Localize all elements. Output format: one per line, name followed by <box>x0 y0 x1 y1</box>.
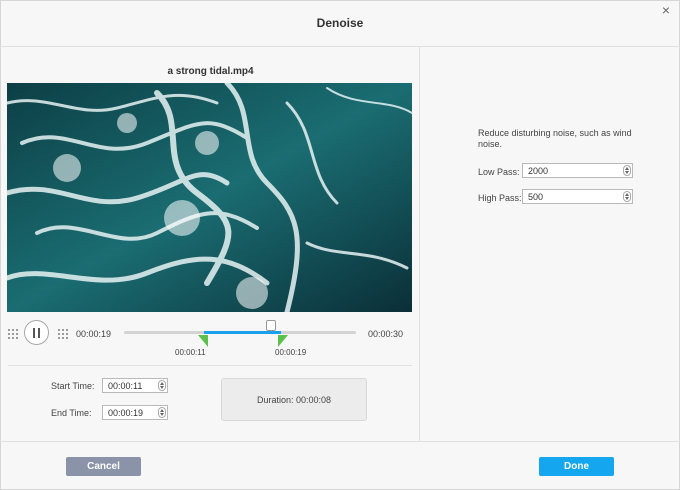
close-icon[interactable]: × <box>662 2 670 18</box>
end-time-label: End Time: <box>51 408 92 418</box>
start-time-value: 00:00:11 <box>108 381 143 391</box>
duration-value: 00:00:08 <box>296 395 332 405</box>
panel-divider <box>419 47 420 441</box>
start-time-field[interactable]: 00:00:11 <box>102 378 168 393</box>
current-time: 00:00:19 <box>76 329 112 339</box>
high-pass-stepper-icon[interactable] <box>623 191 631 202</box>
file-name: a strong tidal.mp4 <box>167 66 254 77</box>
end-time-field[interactable]: 00:00:19 <box>102 405 168 420</box>
duration-label: Duration: <box>256 395 294 405</box>
start-time-stepper-icon[interactable] <box>158 380 166 391</box>
done-button[interactable]: Done <box>539 457 614 476</box>
start-time-label: Start Time: <box>51 381 95 391</box>
drag-handle-left-icon[interactable] <box>8 329 18 339</box>
footer-divider <box>0 441 680 442</box>
high-pass-field[interactable]: 500 <box>522 189 633 204</box>
duration-box: Duration: 00:00:08 <box>221 378 367 421</box>
dialog-title: Denoise <box>316 16 364 30</box>
selection-end-label: 00:00:19 <box>275 348 307 357</box>
selection-end-handle[interactable] <box>278 335 288 347</box>
pause-button[interactable] <box>24 320 49 345</box>
drag-handle-right-icon[interactable] <box>58 329 68 339</box>
denoise-description: Reduce disturbing noise, such as wind no… <box>478 128 632 149</box>
cancel-button[interactable]: Cancel <box>66 457 141 476</box>
video-preview[interactable] <box>7 83 412 312</box>
selection-start-label: 00:00:11 <box>175 348 206 357</box>
header-divider <box>0 46 680 47</box>
timeline-selection <box>204 331 281 334</box>
total-time: 00:00:30 <box>368 329 404 339</box>
low-pass-value: 2000 <box>528 166 549 176</box>
low-pass-label: Low Pass: <box>478 167 520 177</box>
end-time-stepper-icon[interactable] <box>158 407 166 418</box>
selection-start-handle[interactable] <box>198 335 208 347</box>
controls-divider <box>8 365 412 366</box>
low-pass-stepper-icon[interactable] <box>623 165 631 176</box>
high-pass-label: High Pass: <box>478 193 522 203</box>
low-pass-field[interactable]: 2000 <box>522 163 633 178</box>
high-pass-value: 500 <box>528 192 544 202</box>
end-time-value: 00:00:19 <box>108 408 144 418</box>
playhead-handle[interactable] <box>266 320 276 331</box>
